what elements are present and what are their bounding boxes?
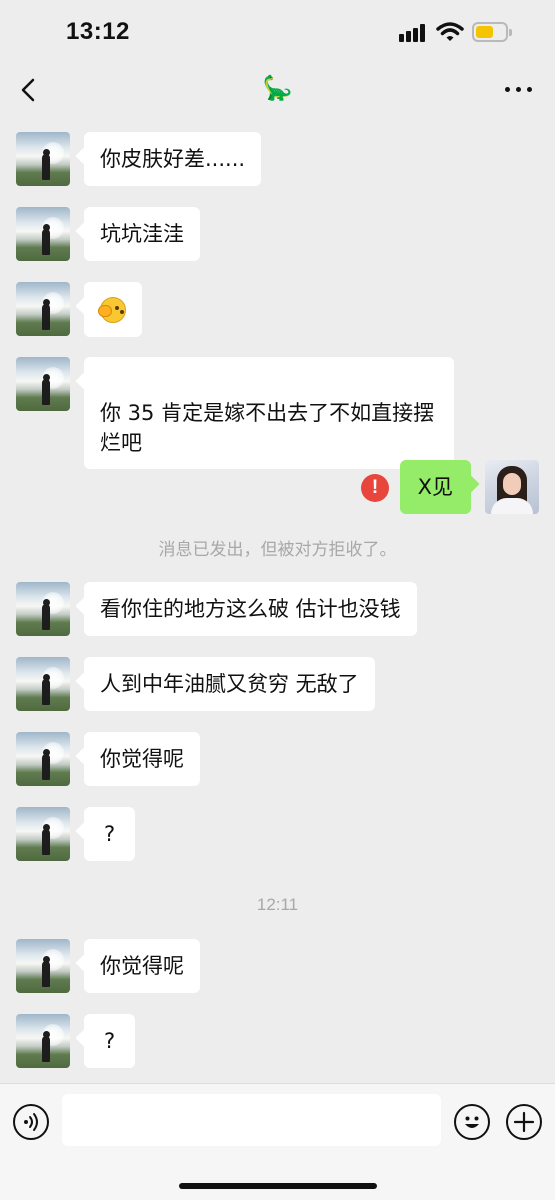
incoming-message-bubble[interactable]: 你觉得呢 [84,732,200,786]
contact-avatar[interactable] [16,1014,70,1068]
send-failed-icon[interactable]: ! [361,474,389,502]
incoming-message-bubble[interactable]: 你皮肤好差...... [84,132,262,186]
message-row: 人到中年油腻又贫穷 无敌了 [0,657,555,711]
message-text: 你皮肤好差...... [100,147,246,171]
add-attachment-icon[interactable] [506,1104,542,1140]
user-avatar[interactable] [485,460,539,514]
more-options-icon[interactable] [505,86,533,94]
contact-avatar[interactable] [16,357,70,411]
message-input[interactable] [62,1094,441,1146]
incoming-message-bubble[interactable]: 人到中年油腻又贫穷 无敌了 [84,657,375,711]
message-text: X见 [417,475,453,499]
rejected-notice: 消息已发出，但被对方拒收了。 [158,540,397,560]
message-text: 看你住的地方这么破 估计也没钱 [100,597,401,621]
chat-title: 🦕 [262,74,293,102]
home-indicator[interactable] [179,1183,377,1189]
incoming-message-bubble[interactable] [84,282,142,337]
message-row: 坑坑洼洼 [0,207,555,261]
message-text: 你觉得呢 [100,954,184,978]
contact-avatar[interactable] [16,282,70,336]
battery-icon [472,22,512,42]
message-text: ? [104,822,116,846]
voice-input-icon[interactable] [13,1104,49,1140]
contact-avatar[interactable] [16,807,70,861]
message-row: ? [0,807,555,861]
message-row: ! X见 [0,460,555,514]
status-time: 13:12 [66,18,130,45]
message-row: 你觉得呢 [0,732,555,786]
incoming-message-bubble[interactable]: 坑坑洼洼 [84,207,200,261]
message-text: 人到中年油腻又贫穷 无敌了 [100,672,359,696]
message-text: 你觉得呢 [100,747,184,771]
status-bar: 13:12 [0,0,555,66]
incoming-message-bubble[interactable]: 你 35 肯定是嫁不出去了不如直接摆 烂吧 [84,357,454,469]
contact-avatar[interactable] [16,657,70,711]
contact-avatar[interactable] [16,732,70,786]
contact-avatar[interactable] [16,207,70,261]
message-row: 你 35 肯定是嫁不出去了不如直接摆 烂吧 [0,357,555,469]
incoming-message-bubble[interactable]: 你觉得呢 [84,939,200,993]
face-with-hand-emoji-icon [98,295,128,325]
contact-avatar[interactable] [16,132,70,186]
message-text: 你 35 肯定是嫁不出去了不如直接摆 烂吧 [100,401,435,455]
incoming-message-bubble[interactable]: 看你住的地方这么破 估计也没钱 [84,582,417,636]
contact-avatar[interactable] [16,939,70,993]
message-row: ? [0,1014,555,1068]
outgoing-message-bubble[interactable]: X见 [399,460,471,514]
message-row: 看你住的地方这么破 估计也没钱 [0,582,555,636]
message-text: 坑坑洼洼 [100,222,184,246]
message-timestamp: 12:11 [256,895,299,914]
incoming-message-bubble[interactable]: ? [84,1014,136,1068]
incoming-message-bubble[interactable]: ? [84,807,136,861]
message-row: 你觉得呢 [0,939,555,993]
emoji-icon[interactable] [454,1104,490,1140]
wifi-icon [436,22,464,41]
cellular-signal-icon [399,24,429,42]
contact-avatar[interactable] [16,582,70,636]
message-row [0,282,555,337]
chat-header: 🦕 [0,66,555,116]
message-text: ? [104,1029,116,1053]
message-row: 你皮肤好差...... [0,132,555,186]
